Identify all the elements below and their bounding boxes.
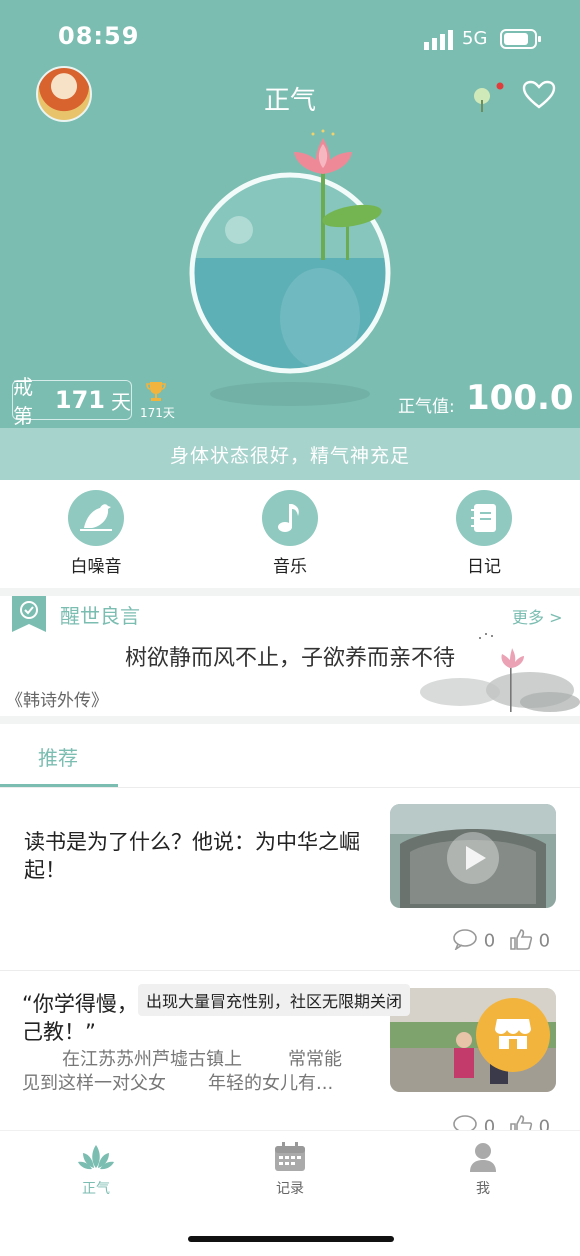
home-indicator [188,1236,394,1242]
article-title[interactable]: 读书是为了什么？他说：为中华之崛起！ [24,828,364,884]
bookmark-heart-icon [12,596,46,636]
quote-source: 《韩诗外传》 [6,691,108,711]
like-count: 0 [538,930,551,952]
streak-days: 171 [54,386,105,414]
heart-icon[interactable] [522,80,556,114]
diary-label: 日记 [467,557,501,577]
desc-text: 常常能 [288,1049,342,1070]
section-divider [0,716,580,724]
calendar-icon [274,1142,306,1176]
signal-icon [424,30,456,54]
lotus-icon [77,1145,115,1176]
streak-badge: 戒第 171 天 [12,375,132,428]
battery-icon [500,27,542,55]
like-icon[interactable] [509,928,533,955]
article-divider [0,970,580,971]
article-stats: 0 0 [452,928,550,955]
comment-icon[interactable] [452,928,478,955]
music-button[interactable]: 音乐 [230,490,350,577]
toast-message: 出现大量冒充性别，社区无限期关闭 [138,984,411,1016]
white-noise-button[interactable]: 白噪音 [36,490,156,577]
status-time: 08:59 [58,22,140,50]
section-divider [0,588,580,596]
desc-text: 见到这样一对父女 [22,1073,166,1094]
trophy-days-label: 171天 [140,406,175,420]
quote-text: 树欲静而风不止，子欲养而亲不待 [124,646,455,671]
tab-label: 记录 [276,1181,304,1197]
notebook-icon [456,490,512,546]
tab-records[interactable]: 记录 [250,1142,330,1198]
network-label: 5G [462,28,488,49]
tab-recommend[interactable]: 推荐 [38,742,78,771]
tree-icon[interactable] [470,82,506,118]
status-message: 身体状态很好，精气神充足 [0,428,580,480]
store-icon [493,1015,533,1055]
article-description: 在江苏苏州芦墟古镇上 常常能 见到这样一对父女 年轻的女儿有... [22,1048,372,1096]
shop-floating-button[interactable] [476,998,550,1072]
article-title-line: 己教！” [22,1020,96,1044]
diary-button[interactable]: 日记 [424,490,544,577]
desc-text: 在江苏苏州芦墟古镇上 [62,1049,242,1070]
comment-count: 0 [483,930,496,952]
tab-zhengqi[interactable]: 正气 [56,1142,136,1198]
score-value: 100.0 [466,378,574,418]
tab-label: 我 [476,1181,490,1197]
music-note-icon [262,490,318,546]
person-icon [468,1143,498,1176]
tab-divider [0,787,580,788]
quote-section-title: 醒世良言 [60,604,140,628]
score-label: 正气值: [398,397,455,417]
tab-label: 正气 [82,1181,110,1197]
desc-text: 年轻的女儿有... [208,1073,334,1094]
music-label: 音乐 [273,557,307,577]
streak-suffix: 天 [111,389,131,414]
streak-prefix: 戒第 [13,375,33,428]
trophy-icon[interactable] [146,380,166,406]
white-noise-label: 白噪音 [70,557,122,577]
article-thumbnail[interactable] [390,804,556,908]
bird-icon [68,490,124,546]
tab-me[interactable]: 我 [443,1142,523,1198]
lotus-globe-illustration [180,128,400,418]
